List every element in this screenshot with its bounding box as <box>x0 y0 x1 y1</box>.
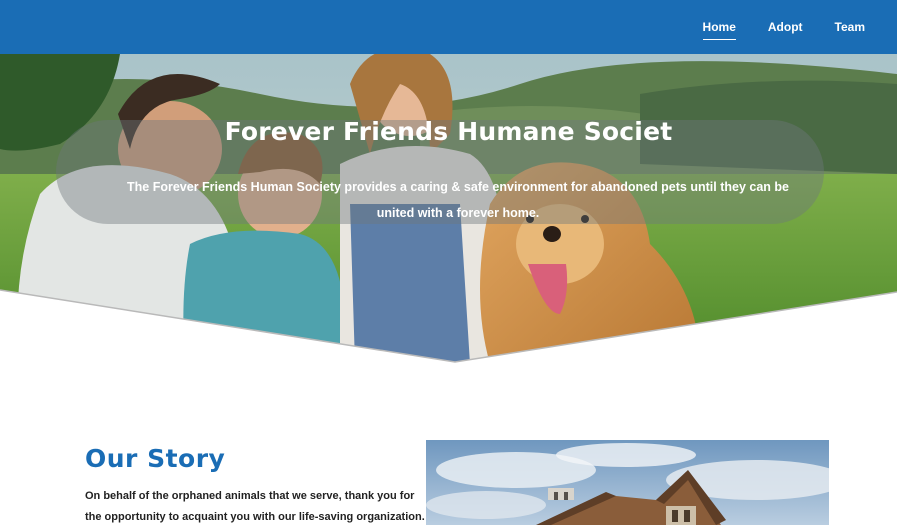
shelter-building-photo <box>426 440 829 525</box>
story-paragraph: On behalf of the orphaned animals that w… <box>85 490 425 523</box>
main-nav: Home Adopt Team <box>702 0 865 54</box>
nav-link-adopt[interactable]: Adopt <box>768 20 803 34</box>
top-navbar: Home Adopt Team <box>0 0 897 54</box>
story-image <box>426 440 829 525</box>
hero-subtitle: The Forever Friends Human Society provid… <box>127 180 789 220</box>
nav-link-team[interactable]: Team <box>835 20 865 34</box>
hero-section: Forever Friends Humane Societ The Foreve… <box>0 54 897 364</box>
hero-title: Forever Friends Humane Societ <box>224 117 673 146</box>
story-heading: Our Story <box>85 444 226 473</box>
nav-link-home[interactable]: Home <box>702 20 737 40</box>
